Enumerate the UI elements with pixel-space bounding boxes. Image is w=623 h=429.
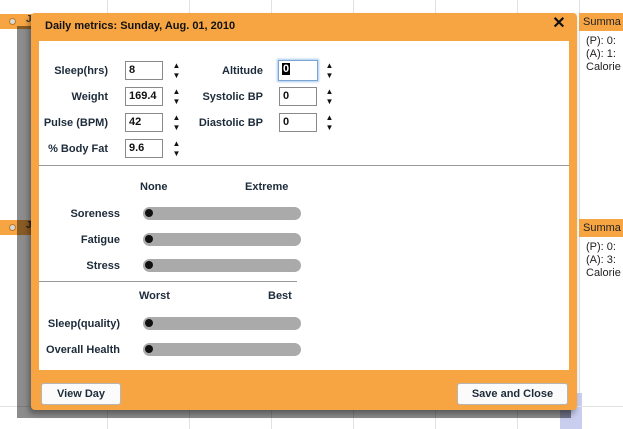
spinner-up-icon[interactable]: ▲ (325, 61, 334, 71)
body-fat-stepper[interactable]: ▲ ▼ (172, 139, 181, 159)
diastolic-bp-stepper[interactable]: ▲ ▼ (325, 113, 334, 133)
view-day-button[interactable]: View Day (41, 383, 121, 405)
spinner-down-icon[interactable]: ▼ (325, 123, 334, 133)
spinner-down-icon[interactable]: ▼ (172, 123, 181, 133)
diastolic-bp-input[interactable]: 0 (279, 113, 317, 132)
weight-input[interactable]: 169.4 (125, 87, 163, 106)
soreness-label: Soreness (70, 208, 120, 220)
soreness-slider[interactable] (143, 207, 301, 220)
stress-label: Stress (86, 260, 120, 272)
scale-low-label: Worst (139, 290, 170, 302)
altitude-stepper[interactable]: ▲ ▼ (325, 61, 334, 81)
spinner-down-icon[interactable]: ▼ (172, 71, 181, 81)
spinner-up-icon[interactable]: ▲ (172, 61, 181, 71)
slider-handle[interactable] (145, 235, 153, 243)
spinner-up-icon[interactable]: ▲ (172, 87, 181, 97)
systolic-bp-label: Systolic BP (202, 91, 263, 103)
close-icon[interactable]: ✕ (551, 15, 567, 33)
summary-header: Summa (579, 13, 623, 31)
section-divider (39, 281, 297, 282)
spinner-up-icon[interactable]: ▲ (325, 87, 334, 97)
summary-line: (A): 3: (586, 254, 616, 266)
pulse-input[interactable]: 42 (125, 113, 163, 132)
pulse-label: Pulse (BPM) (43, 117, 108, 129)
event-dot-icon (9, 18, 16, 25)
slider-handle[interactable] (145, 345, 153, 353)
sleep-quality-label: Sleep(quality) (47, 318, 120, 330)
summary-panel[interactable]: Summa (P): 0: (A): 1: Calorie (579, 13, 623, 74)
scale-high-label: Best (268, 290, 292, 302)
pulse-stepper[interactable]: ▲ ▼ (172, 113, 181, 133)
altitude-input[interactable]: 0 (278, 60, 318, 81)
summary-header: Summa (579, 219, 623, 237)
stress-slider[interactable] (143, 259, 301, 272)
spinner-down-icon[interactable]: ▼ (172, 149, 181, 159)
weight-stepper[interactable]: ▲ ▼ (172, 87, 181, 107)
fatigue-label: Fatigue (80, 234, 120, 246)
spinner-down-icon[interactable]: ▼ (172, 97, 181, 107)
summary-line: (P): 0: (586, 35, 616, 47)
body-fat-input[interactable]: 9.6 (125, 139, 163, 158)
spinner-up-icon[interactable]: ▲ (172, 139, 181, 149)
summary-line: Calorie (586, 61, 621, 73)
summary-panel[interactable]: Summa (P): 0: (A): 3: Calorie (579, 219, 623, 280)
summary-line: (A): 1: (586, 48, 616, 60)
altitude-value: 0 (282, 63, 291, 75)
scale-low-label: None (140, 181, 168, 193)
sleep-hours-stepper[interactable]: ▲ ▼ (172, 61, 181, 81)
daily-metrics-dialog: Daily metrics: Sunday, Aug. 01, 2010 ✕ S… (31, 13, 577, 410)
overall-health-slider[interactable] (143, 343, 301, 356)
systolic-bp-stepper[interactable]: ▲ ▼ (325, 87, 334, 107)
diastolic-bp-label: Diastolic BP (198, 117, 263, 129)
event-dot-icon (9, 224, 16, 231)
save-and-close-button[interactable]: Save and Close (457, 383, 568, 405)
dialog-title: Daily metrics: Sunday, Aug. 01, 2010 (45, 20, 236, 32)
systolic-bp-input[interactable]: 0 (279, 87, 317, 106)
slider-handle[interactable] (145, 261, 153, 269)
slider-handle[interactable] (145, 319, 153, 327)
sleep-quality-slider[interactable] (143, 317, 301, 330)
weight-label: Weight (71, 91, 108, 103)
fatigue-slider[interactable] (143, 233, 301, 246)
spinner-down-icon[interactable]: ▼ (325, 97, 334, 107)
scale-high-label: Extreme (245, 181, 289, 193)
metrics-panel: Sleep(hrs) 8 ▲ ▼ Weight 169.4 ▲ ▼ Pulse … (39, 41, 569, 370)
overall-health-label: Overall Health (46, 344, 120, 356)
spinner-up-icon[interactable]: ▲ (325, 113, 334, 123)
body-fat-label: % Body Fat (48, 143, 108, 155)
sleep-hours-input[interactable]: 8 (125, 61, 163, 80)
summary-line: (P): 0: (586, 241, 616, 253)
altitude-label: Altitude (222, 65, 263, 77)
spinner-down-icon[interactable]: ▼ (325, 71, 334, 81)
section-divider (39, 165, 569, 166)
spinner-up-icon[interactable]: ▲ (172, 113, 181, 123)
sleep-hours-label: Sleep(hrs) (54, 65, 108, 77)
summary-line: Calorie (586, 267, 621, 279)
slider-handle[interactable] (145, 209, 153, 217)
